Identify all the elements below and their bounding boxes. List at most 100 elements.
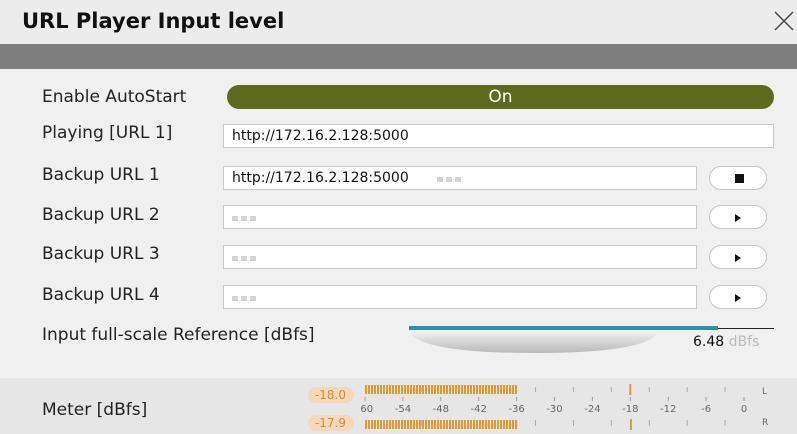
meter-segment-left xyxy=(371,385,373,394)
channel-right-label: R xyxy=(762,418,769,428)
meter-segment-right xyxy=(503,420,505,429)
meter-segment-left xyxy=(515,385,517,394)
meter-segment-left xyxy=(455,385,457,394)
meter-segment-left xyxy=(491,385,493,394)
meter-segment-left xyxy=(446,385,448,394)
scale-label: -24 xyxy=(584,404,600,415)
meter-segment-left xyxy=(401,385,403,394)
meter-segment-right xyxy=(365,420,367,429)
meter-segment-left xyxy=(503,385,505,394)
scale-label: -36 xyxy=(508,404,524,415)
meter-segment-right xyxy=(443,420,445,429)
scale-label: 0 xyxy=(741,404,747,415)
meter-segment-left xyxy=(410,385,412,394)
placeholder-dots xyxy=(232,246,259,268)
meter-segment-right xyxy=(470,420,472,429)
meter-segment-left xyxy=(437,385,439,394)
playing-url-value: http://172.16.2.128:5000 xyxy=(232,128,409,144)
meter-segment-right xyxy=(434,420,436,429)
level-meter: -60-54-48-42-36-30-24-18-12-60 xyxy=(360,384,747,430)
meter-segment-left xyxy=(368,385,370,394)
peak-right: -17.9 xyxy=(308,415,354,431)
backup-url-1-field[interactable]: http://172.16.2.128:5000 xyxy=(223,166,697,190)
meter-segment-left xyxy=(470,385,472,394)
play-icon xyxy=(735,214,741,222)
meter-segment-right xyxy=(392,420,394,429)
meter-segment-left xyxy=(386,385,388,394)
meter-segment-left xyxy=(443,385,445,394)
title-bar: URL Player Input level xyxy=(0,0,797,44)
meter-segment-left xyxy=(452,385,454,394)
window-title: URL Player Input level xyxy=(22,9,285,33)
meter-segment-right xyxy=(473,420,475,429)
scale-label: -60 xyxy=(360,404,373,415)
meter-segment-left xyxy=(509,385,511,394)
backup-url-3-play-button[interactable] xyxy=(709,245,767,269)
playing-label: Playing [URL 1] xyxy=(42,123,173,143)
backup-url-2-field[interactable] xyxy=(223,205,697,229)
meter-segment-right xyxy=(410,420,412,429)
placeholder-dots xyxy=(232,206,259,228)
peak-hold-marker-right xyxy=(629,419,632,430)
meter-segment-right xyxy=(452,420,454,429)
meter-segment-left xyxy=(407,385,409,394)
meter-segment-left xyxy=(431,385,433,394)
backup-url-1-stop-button[interactable] xyxy=(709,166,767,190)
meter-segment-left xyxy=(416,385,418,394)
meter-segment-left xyxy=(377,385,379,394)
close-icon[interactable] xyxy=(771,8,797,34)
meter-segment-right xyxy=(449,420,451,429)
peak-hold-marker-left xyxy=(629,384,632,395)
autostart-label: Enable AutoStart xyxy=(42,87,187,107)
meter-segment-left xyxy=(488,385,490,394)
meter-segment-left xyxy=(494,385,496,394)
meter-segment-right xyxy=(482,420,484,429)
meter-segment-left xyxy=(473,385,475,394)
reference-slider[interactable] xyxy=(409,331,659,353)
playing-url-field[interactable]: http://172.16.2.128:5000 xyxy=(223,124,774,148)
meter-segment-right xyxy=(374,420,376,429)
meter-segment-left xyxy=(404,385,406,394)
meter-segment-left xyxy=(482,385,484,394)
meter-segment-left xyxy=(395,385,397,394)
backup-url-2-label: Backup URL 2 xyxy=(42,205,160,225)
reference-label: Input full-scale Reference [dBfs] xyxy=(42,325,315,345)
autostart-toggle[interactable]: On xyxy=(227,85,774,109)
meter-segment-right xyxy=(464,420,466,429)
channel-left-label: L xyxy=(762,387,768,397)
scale-label: -12 xyxy=(660,404,676,415)
backup-url-4-field[interactable] xyxy=(223,285,697,309)
meter-segment-left xyxy=(392,385,394,394)
meter-segment-right xyxy=(494,420,496,429)
meter-segment-right xyxy=(491,420,493,429)
backup-url-2-play-button[interactable] xyxy=(709,205,767,229)
meter-segment-right xyxy=(431,420,433,429)
reference-value-display: 6.48 dBfs xyxy=(693,334,759,350)
meter-segment-left xyxy=(464,385,466,394)
backup-url-4-play-button[interactable] xyxy=(709,285,767,309)
meter-segment-left xyxy=(512,385,514,394)
scale-label: -30 xyxy=(546,404,562,415)
peak-left: -18.0 xyxy=(308,387,354,403)
meter-segment-left xyxy=(461,385,463,394)
meter-segment-left xyxy=(413,385,415,394)
meter-segment-left xyxy=(485,385,487,394)
meter-segment-right xyxy=(479,420,481,429)
meter-segment-left xyxy=(476,385,478,394)
backup-url-1-value: http://172.16.2.128:5000 xyxy=(232,170,409,186)
meter-segment-right xyxy=(395,420,397,429)
meter-segment-right xyxy=(506,420,508,429)
meter-segment-right xyxy=(407,420,409,429)
meter-segment-left xyxy=(449,385,451,394)
meter-segment-right xyxy=(512,420,514,429)
meter-segment-right xyxy=(386,420,388,429)
placeholder-dots xyxy=(232,286,259,308)
backup-url-3-field[interactable] xyxy=(223,245,697,269)
meter-segment-right xyxy=(368,420,370,429)
meter-segment-right xyxy=(404,420,406,429)
meter-segment-right xyxy=(509,420,511,429)
meter-segment-right xyxy=(455,420,457,429)
reference-line xyxy=(718,328,774,329)
meter-segment-right xyxy=(371,420,373,429)
meter-segment-right xyxy=(446,420,448,429)
